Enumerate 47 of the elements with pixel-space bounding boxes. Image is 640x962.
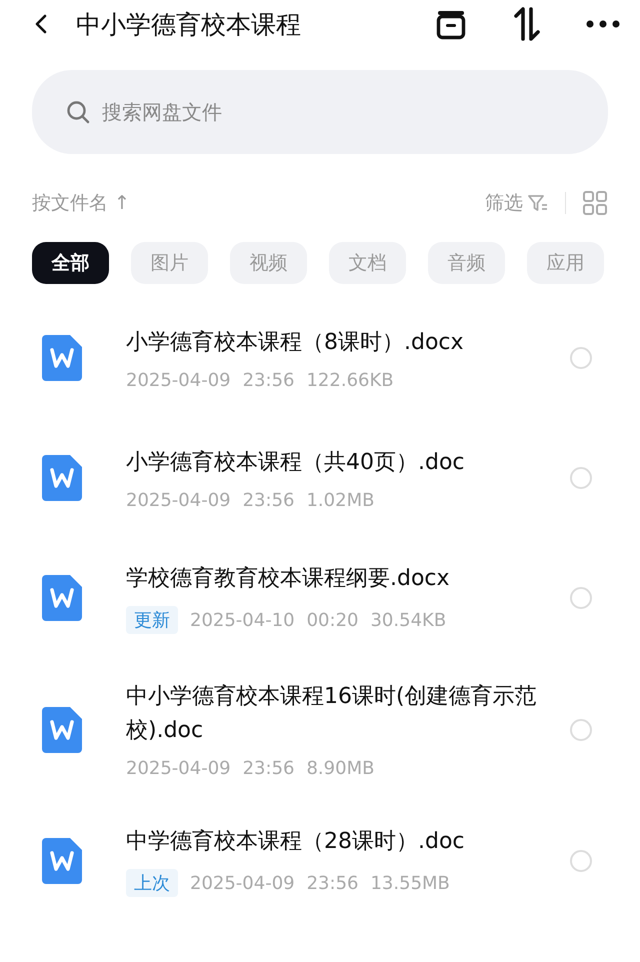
file-tag: 上次 — [126, 869, 178, 897]
category-tab[interactable]: 应用 — [527, 242, 604, 284]
category-tab[interactable]: 图片 — [131, 242, 208, 284]
filter-button[interactable]: 筛选 — [485, 190, 549, 216]
category-tab[interactable]: 文档 — [329, 242, 406, 284]
select-radio[interactable] — [570, 850, 592, 872]
file-size: 30.54KB — [370, 610, 446, 630]
file-tag: 更新 — [126, 606, 178, 634]
file-time: 23:56 — [306, 872, 358, 894]
file-size: 122.66KB — [306, 370, 394, 390]
filter-icon — [527, 193, 549, 213]
file-name[interactable]: 小学德育校本课程（8课时）.docx — [126, 326, 546, 360]
file-date: 2025-04-09 — [126, 490, 231, 510]
file-size: 8.90MB — [306, 758, 374, 779]
select-radio[interactable] — [570, 467, 592, 489]
category-tab[interactable]: 全部 — [32, 242, 109, 284]
file-name[interactable]: 中学德育校本课程（28课时）.doc — [126, 825, 546, 859]
word-file-icon — [42, 706, 82, 752]
file-name[interactable]: 学校德育教育校本课程纲要.docx — [126, 562, 546, 596]
word-file-icon — [42, 575, 82, 621]
search-field[interactable]: 搜索网盘文件 — [32, 70, 608, 154]
file-name[interactable]: 小学德育校本课程（共40页）.doc — [126, 446, 546, 480]
file-date: 2025-04-10 — [190, 610, 295, 630]
select-radio[interactable] — [570, 347, 592, 369]
more-icon[interactable] — [586, 20, 620, 28]
sort-icon[interactable] — [512, 6, 542, 42]
back-icon[interactable] — [34, 13, 48, 35]
file-date: 2025-04-09 — [190, 872, 295, 894]
file-time: 23:56 — [242, 370, 294, 390]
file-date: 2025-04-09 — [126, 370, 231, 390]
file-time: 23:56 — [242, 758, 294, 779]
category-tab[interactable]: 音频 — [428, 242, 505, 284]
file-size: 1.02MB — [306, 490, 374, 510]
category-tab[interactable]: 视频 — [230, 242, 307, 284]
select-radio[interactable] — [570, 587, 592, 609]
sort-button[interactable]: 按文件名 ↑ — [32, 190, 130, 216]
file-time: 23:56 — [242, 490, 294, 510]
word-file-icon — [42, 335, 82, 381]
grid-view-icon[interactable] — [582, 190, 608, 216]
file-date: 2025-04-09 — [126, 758, 231, 779]
file-time: 00:20 — [306, 610, 358, 630]
select-radio[interactable] — [570, 718, 592, 740]
file-size: 13.55MB — [370, 872, 450, 894]
word-file-icon — [42, 838, 82, 884]
word-file-icon — [42, 455, 82, 501]
page-title: 中小学德育校本课程 — [76, 8, 301, 40]
file-name[interactable]: 中小学德育校本课程16课时(创建德育示范校).doc — [126, 680, 546, 748]
